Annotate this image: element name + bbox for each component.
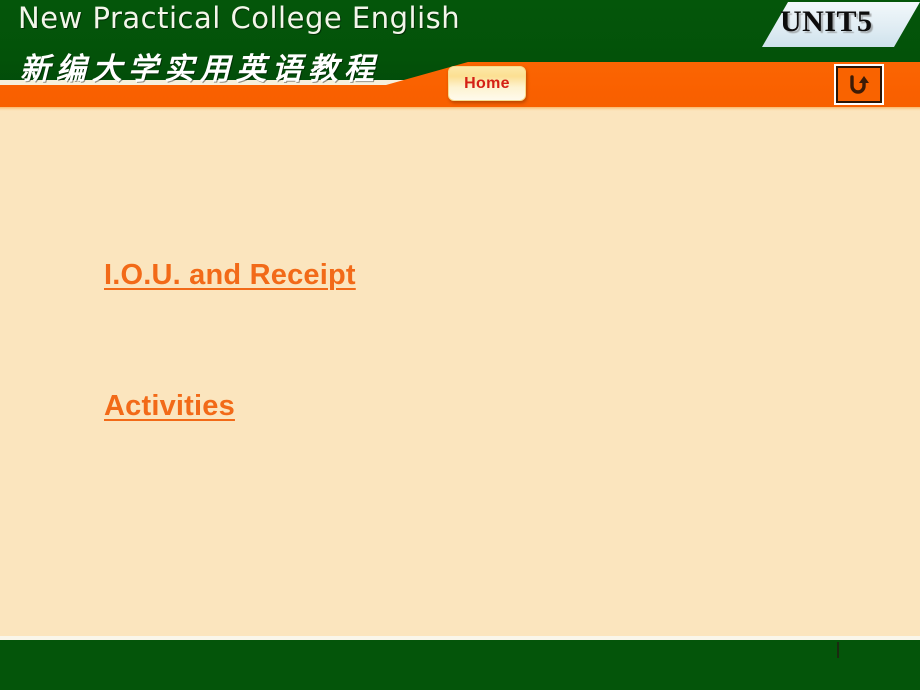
course-title-english: New Practical College English — [18, 1, 461, 35]
presentation-slide: New Practical College English 新编大学实用英语教程… — [0, 0, 920, 690]
header-orange-underline — [0, 107, 920, 111]
content-link-activities[interactable]: Activities — [104, 390, 235, 423]
content-link-label: Activities — [104, 390, 235, 422]
unit-badge-label: UNIT5 — [780, 5, 873, 38]
footer-green-band — [0, 640, 920, 690]
course-title-chinese: 新编大学实用英语教程 — [20, 52, 380, 87]
home-button-label: Home — [464, 74, 510, 92]
footer-tick-mark — [837, 642, 839, 658]
u-turn-arrow-icon — [846, 73, 872, 97]
content-link-iou-and-receipt[interactable]: I.O.U. and Receipt — [104, 259, 356, 292]
home-button[interactable]: Home — [448, 66, 526, 101]
content-link-label: I.O.U. and Receipt — [104, 259, 356, 291]
slide-body: I.O.U. and Receipt Activities — [0, 111, 920, 640]
return-button[interactable] — [836, 66, 882, 103]
